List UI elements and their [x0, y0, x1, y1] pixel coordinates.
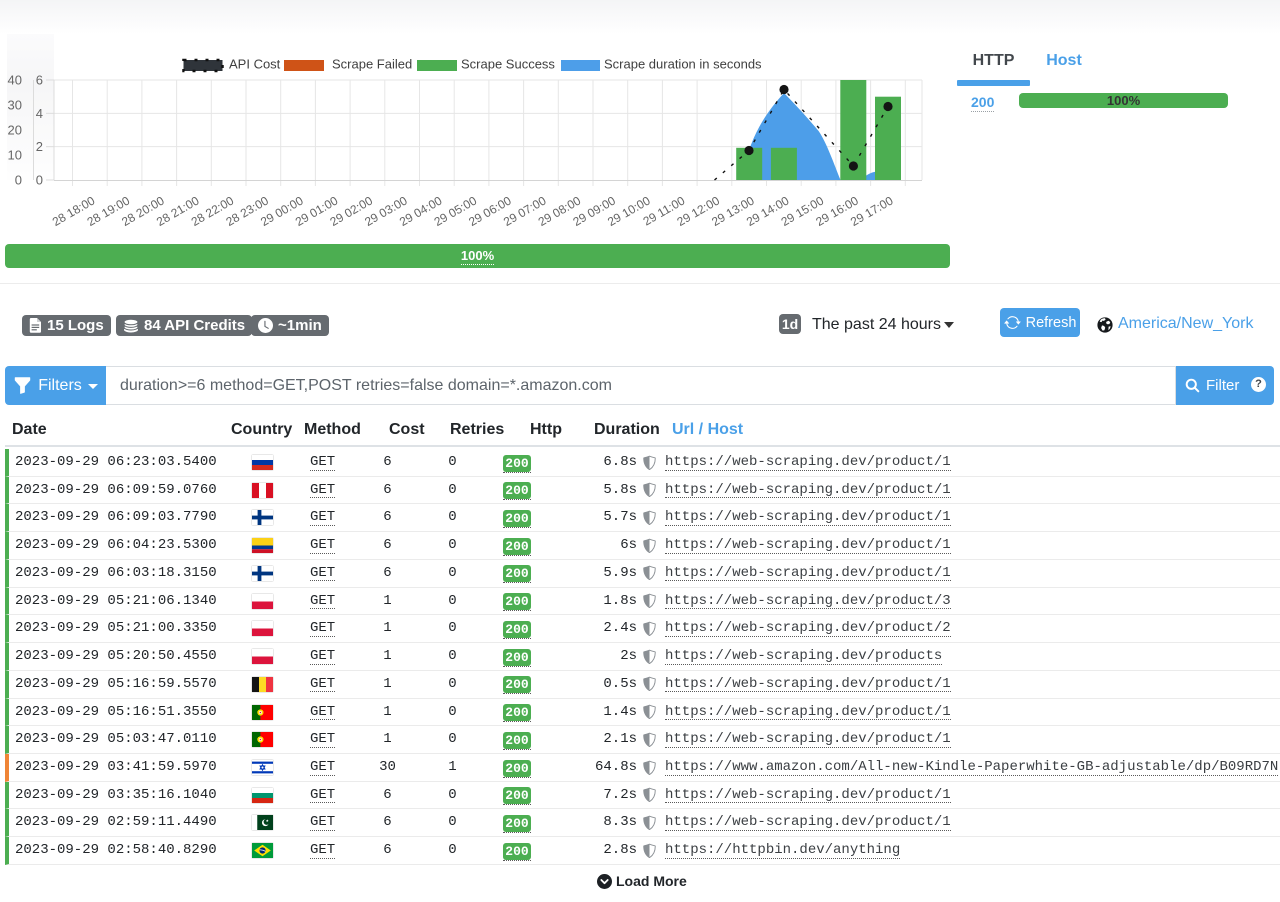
svg-text:20: 20 — [8, 123, 22, 138]
svg-text:30: 30 — [8, 98, 22, 113]
svg-text:0: 0 — [36, 173, 43, 188]
svg-text:Scrape duration in seconds: Scrape duration in seconds — [604, 57, 762, 72]
svg-text:Scrape Failed: Scrape Failed — [332, 57, 412, 72]
svg-text:4: 4 — [36, 106, 43, 121]
svg-text:API Cost: API Cost — [229, 57, 281, 72]
svg-text:10: 10 — [8, 148, 22, 163]
svg-text:2: 2 — [36, 139, 43, 154]
svg-text:6: 6 — [36, 73, 43, 88]
svg-text:Scrape Success: Scrape Success — [461, 57, 555, 72]
svg-text:40: 40 — [8, 73, 22, 88]
svg-text:0: 0 — [15, 173, 22, 188]
